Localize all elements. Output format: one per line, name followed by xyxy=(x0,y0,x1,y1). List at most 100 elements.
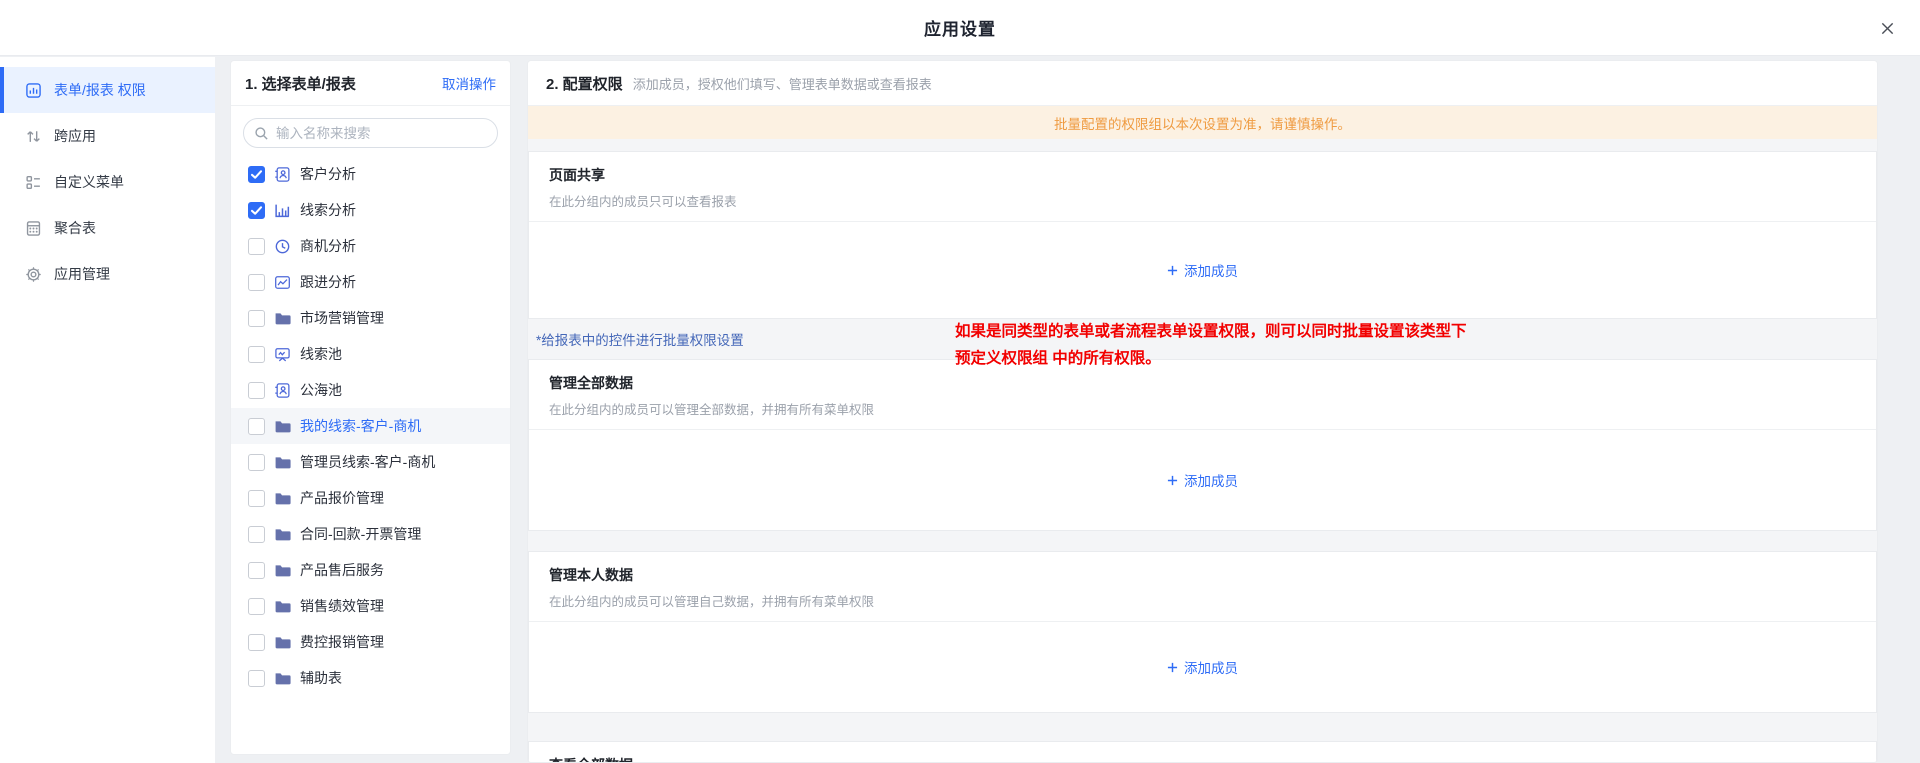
section-title: 查看全部数据 xyxy=(549,755,1856,763)
checkbox-unchecked[interactable] xyxy=(248,598,265,615)
checkbox-unchecked[interactable] xyxy=(248,634,265,651)
member-area: 添加成员 xyxy=(529,622,1876,712)
close-icon xyxy=(1880,21,1895,36)
form-list-item[interactable]: 我的线索-客户-商机 xyxy=(231,408,510,444)
permission-section: 页面共享在此分组内的成员只可以查看报表添加成员 xyxy=(528,151,1877,319)
app-manage-icon xyxy=(25,266,42,283)
folder-icon xyxy=(274,670,291,687)
permission-sections: 页面共享在此分组内的成员只可以查看报表添加成员 *给报表中的控件进行批量权限设置管… xyxy=(528,151,1877,763)
checkbox-unchecked[interactable] xyxy=(248,274,265,291)
sidebar: 表单/报表 权限跨应用自定义菜单聚合表应用管理 xyxy=(0,57,215,763)
form-list-item[interactable]: 跟进分析 xyxy=(231,264,510,300)
permission-panel-subtitle: 添加成员，授权他们填写、管理表单数据或查看报表 xyxy=(633,74,932,93)
checkbox-unchecked[interactable] xyxy=(248,418,265,435)
form-list-item[interactable]: 线索分析 xyxy=(231,192,510,228)
search-input[interactable] xyxy=(276,126,487,141)
page-title: 应用设置 xyxy=(924,15,996,40)
add-member-label: 添加成员 xyxy=(1184,470,1238,490)
checkbox-unchecked[interactable] xyxy=(248,310,265,327)
folder-icon xyxy=(274,310,291,327)
bar-chart-icon xyxy=(274,202,291,219)
add-member-button[interactable]: 添加成员 xyxy=(1167,470,1238,490)
form-item-label: 管理员线索-客户-商机 xyxy=(300,452,435,472)
sidebar-item[interactable]: 应用管理 xyxy=(0,251,215,297)
folder-icon xyxy=(274,454,291,471)
cancel-action-link[interactable]: 取消操作 xyxy=(442,73,496,93)
checkbox-unchecked[interactable] xyxy=(248,382,265,399)
permission-panel-header: 2. 配置权限 添加成员，授权他们填写、管理表单数据或查看报表 xyxy=(528,61,1877,106)
checkbox-unchecked[interactable] xyxy=(248,454,265,471)
sidebar-item-label: 应用管理 xyxy=(54,264,110,284)
form-list-item[interactable]: 公海池 xyxy=(231,372,510,408)
sidebar-item[interactable]: 自定义菜单 xyxy=(0,159,215,205)
member-area: 添加成员 xyxy=(529,430,1876,530)
sidebar-item-label: 表单/报表 权限 xyxy=(54,80,146,100)
aggregate-table-icon xyxy=(25,220,42,237)
form-item-label: 产品报价管理 xyxy=(300,488,384,508)
checkbox-unchecked[interactable] xyxy=(248,238,265,255)
form-list-item[interactable]: 辅助表 xyxy=(231,660,510,696)
sidebar-item-label: 聚合表 xyxy=(54,218,96,238)
add-member-label: 添加成员 xyxy=(1184,260,1238,280)
checkbox-unchecked[interactable] xyxy=(248,526,265,543)
batch-permission-link[interactable]: *给报表中的控件进行批量权限设置 xyxy=(536,329,744,349)
add-member-button[interactable]: 添加成员 xyxy=(1167,657,1238,677)
form-list-item[interactable]: 费控报销管理 xyxy=(231,624,510,660)
form-item-label: 跟进分析 xyxy=(300,272,356,292)
form-list-item[interactable]: 线索池 xyxy=(231,336,510,372)
form-list-item[interactable]: 管理员线索-客户-商机 xyxy=(231,444,510,480)
titlebar: 应用设置 xyxy=(0,0,1920,56)
app-settings-window: 应用设置 表单/报表 权限跨应用自定义菜单聚合表应用管理 1. 选择表单/报表 … xyxy=(0,0,1920,763)
form-item-label: 线索池 xyxy=(300,344,342,364)
member-area: 添加成员 xyxy=(529,222,1876,318)
form-list-item[interactable]: 产品报价管理 xyxy=(231,480,510,516)
form-list-item[interactable]: 客户分析 xyxy=(231,156,510,192)
close-button[interactable] xyxy=(1876,17,1898,39)
address-book-icon xyxy=(274,166,291,183)
folder-icon xyxy=(274,562,291,579)
checkbox-unchecked[interactable] xyxy=(248,346,265,363)
section-description: 在此分组内的成员可以管理自己数据，并拥有所有菜单权限 xyxy=(549,591,1856,610)
sidebar-item[interactable]: 聚合表 xyxy=(0,205,215,251)
permission-panel-title: 2. 配置权限 xyxy=(546,73,623,94)
folder-icon xyxy=(274,598,291,615)
search-box[interactable] xyxy=(243,118,498,148)
form-list: 客户分析线索分析商机分析跟进分析市场营销管理线索池公海池我的线索-客户-商机管理… xyxy=(231,156,510,696)
folder-icon xyxy=(274,490,291,507)
checkbox-checked[interactable] xyxy=(248,166,265,183)
section-title: 管理本人数据 xyxy=(549,565,1856,585)
form-list-item[interactable]: 销售绩效管理 xyxy=(231,588,510,624)
form-list-item[interactable]: 产品售后服务 xyxy=(231,552,510,588)
permission-section: 查看全部数据 xyxy=(528,741,1877,763)
permission-section: 管理本人数据在此分组内的成员可以管理自己数据，并拥有所有菜单权限添加成员 xyxy=(528,551,1877,713)
form-item-label: 商机分析 xyxy=(300,236,356,256)
folder-icon xyxy=(274,526,291,543)
permission-panel: 2. 配置权限 添加成员，授权他们填写、管理表单数据或查看报表 批量配置的权限组… xyxy=(527,60,1878,763)
checkbox-unchecked[interactable] xyxy=(248,562,265,579)
permission-section-header: 查看全部数据 xyxy=(529,742,1876,763)
form-list-item[interactable]: 合同-回款-开票管理 xyxy=(231,516,510,552)
add-member-label: 添加成员 xyxy=(1184,657,1238,677)
form-list-panel: 1. 选择表单/报表 取消操作 客户分析线索分析商机分析跟进分析市场营销管理线索… xyxy=(230,60,511,755)
form-item-label: 我的线索-客户-商机 xyxy=(300,416,421,436)
checkbox-unchecked[interactable] xyxy=(248,670,265,687)
checkbox-checked[interactable] xyxy=(248,202,265,219)
form-item-label: 公海池 xyxy=(300,380,342,400)
form-item-label: 辅助表 xyxy=(300,668,342,688)
sidebar-item[interactable]: 表单/报表 权限 xyxy=(0,67,215,113)
plus-icon xyxy=(1167,662,1178,673)
form-list-item[interactable]: 市场营销管理 xyxy=(231,300,510,336)
form-panel-header: 1. 选择表单/报表 取消操作 xyxy=(231,61,510,106)
permission-section-header: 管理本人数据在此分组内的成员可以管理自己数据，并拥有所有菜单权限 xyxy=(529,552,1876,622)
sidebar-item[interactable]: 跨应用 xyxy=(0,113,215,159)
permission-section-header: 页面共享在此分组内的成员只可以查看报表 xyxy=(529,152,1876,222)
checkbox-unchecked[interactable] xyxy=(248,490,265,507)
section-title: 管理全部数据 xyxy=(549,373,1856,393)
batch-link-strip: *给报表中的控件进行批量权限设置 xyxy=(528,319,1877,359)
form-item-label: 费控报销管理 xyxy=(300,632,384,652)
form-list-item[interactable]: 商机分析 xyxy=(231,228,510,264)
add-member-button[interactable]: 添加成员 xyxy=(1167,260,1238,280)
form-item-label: 销售绩效管理 xyxy=(300,596,384,616)
monitor-icon xyxy=(274,346,291,363)
section-description: 在此分组内的成员只可以查看报表 xyxy=(549,191,1856,210)
